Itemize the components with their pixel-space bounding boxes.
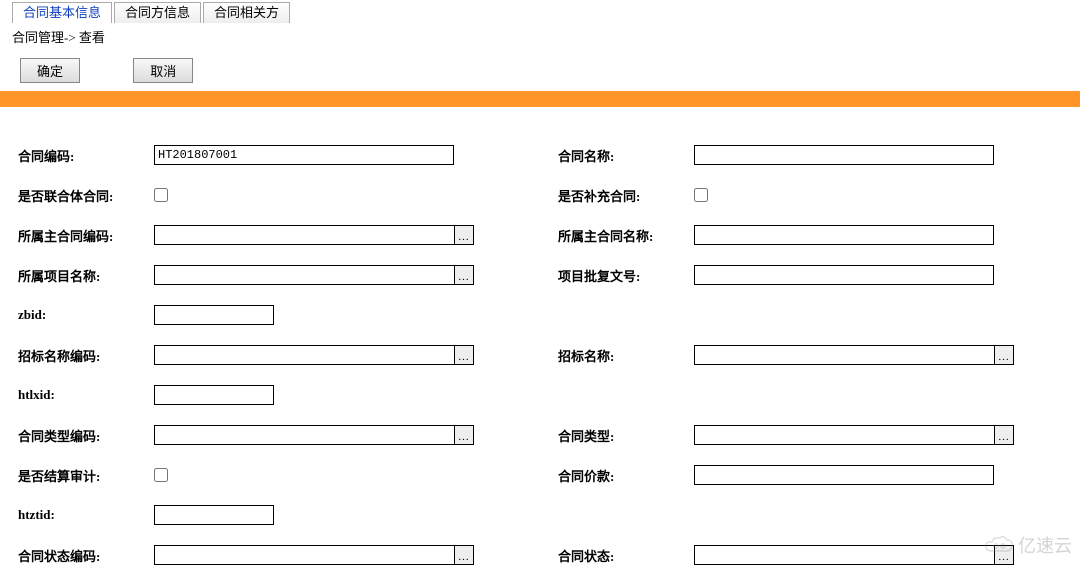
checkbox-sfjssj[interactable] (154, 468, 168, 482)
input-htztbm[interactable] (154, 545, 454, 565)
tab-bar: 合同基本信息 合同方信息 合同相关方 (0, 0, 1080, 23)
input-htjk[interactable] (694, 465, 994, 485)
label-sszhtbm: 所属主合同编码: (14, 226, 154, 245)
label-htmc: 合同名称: (554, 146, 694, 165)
input-htmc[interactable] (694, 145, 994, 165)
ok-button[interactable]: 确定 (20, 58, 80, 83)
input-zbmc[interactable] (694, 345, 994, 365)
label-zbmc: 招标名称: (554, 346, 694, 365)
action-bar: 确定 取消 (0, 52, 1080, 91)
label-sfjssj: 是否结算审计: (14, 466, 154, 485)
label-ssxmmc: 所属项目名称: (14, 266, 154, 285)
checkbox-sfbcht[interactable] (694, 188, 708, 202)
label-sszhtmc: 所属主合同名称: (554, 226, 694, 245)
input-htztid[interactable] (154, 505, 274, 525)
label-zbmcbm: 招标名称编码: (14, 346, 154, 365)
input-htlx[interactable] (694, 425, 994, 445)
input-zbid[interactable] (154, 305, 274, 325)
lookup-zbmc[interactable]: ... (994, 345, 1014, 365)
lookup-ssxmmc[interactable]: ... (454, 265, 474, 285)
label-htzt: 合同状态: (554, 546, 694, 565)
input-htlxid[interactable] (154, 385, 274, 405)
label-htlxid: htlxid: (14, 387, 154, 403)
section-divider (0, 91, 1080, 107)
input-ssxmmc[interactable] (154, 265, 454, 285)
tab-basic-info[interactable]: 合同基本信息 (12, 2, 112, 23)
input-htzt[interactable] (694, 545, 994, 565)
cancel-button[interactable]: 取消 (133, 58, 193, 83)
label-sflhtht: 是否联合体合同: (14, 186, 154, 205)
label-sfbcht: 是否补充合同: (554, 186, 694, 205)
lookup-zbmcbm[interactable]: ... (454, 345, 474, 365)
checkbox-sflhtht[interactable] (154, 188, 168, 202)
breadcrumb: 合同管理-> 查看 (0, 23, 1080, 52)
lookup-htzt[interactable]: ... (994, 545, 1014, 565)
tab-party-info[interactable]: 合同方信息 (114, 2, 201, 23)
label-htbm: 合同编码: (14, 146, 154, 165)
label-htlxbm: 合同类型编码: (14, 426, 154, 445)
label-htztbm: 合同状态编码: (14, 546, 154, 565)
label-htlx: 合同类型: (554, 426, 694, 445)
tab-related-party[interactable]: 合同相关方 (203, 2, 290, 23)
input-zbmcbm[interactable] (154, 345, 454, 365)
label-htjk: 合同价款: (554, 466, 694, 485)
lookup-htztbm[interactable]: ... (454, 545, 474, 565)
label-xmpfwh: 项目批复文号: (554, 266, 694, 285)
lookup-htlx[interactable]: ... (994, 425, 1014, 445)
input-xmpfwh[interactable] (694, 265, 994, 285)
lookup-sszhtbm[interactable]: ... (454, 225, 474, 245)
lookup-htlxbm[interactable]: ... (454, 425, 474, 445)
input-htbm[interactable] (154, 145, 454, 165)
input-sszhtmc[interactable] (694, 225, 994, 245)
label-zbid: zbid: (14, 307, 154, 323)
input-sszhtbm[interactable] (154, 225, 454, 245)
label-htztid: htztid: (14, 507, 154, 523)
form-area: 合同编码: 合同名称: 是否联合体合同: 是否补充合同: 所属主合同编码: ..… (0, 107, 1080, 585)
input-htlxbm[interactable] (154, 425, 454, 445)
